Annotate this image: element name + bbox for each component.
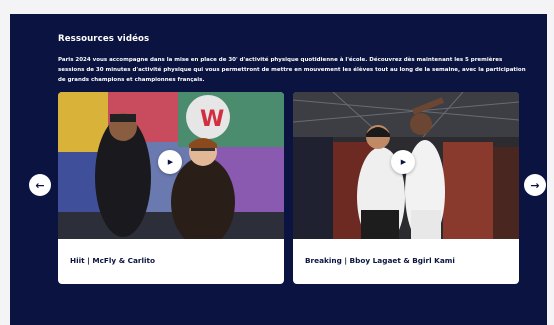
video-card[interactable]: ▶ Breaking | Bboy Lagaet & Bgirl Kami (293, 92, 519, 284)
svg-text:W: W (200, 107, 224, 132)
video-card-title[interactable]: Hiit | McFly & Carlito (70, 256, 155, 265)
video-card-title[interactable]: Breaking | Bboy Lagaet & Bgirl Kami (305, 256, 455, 265)
arrow-left-icon: ← (35, 178, 45, 192)
section-description: Paris 2024 vous accompagne dans la mise … (58, 57, 526, 83)
play-icon: ▶ (167, 158, 174, 166)
carousel-next-button[interactable]: → (524, 174, 546, 196)
play-icon: ▶ (400, 158, 407, 166)
section-title: Ressources vidéos (58, 34, 150, 44)
video-card[interactable]: W ▶ Hiit | McFly & Carlito (58, 92, 284, 284)
play-button[interactable]: ▶ (391, 150, 415, 174)
play-button[interactable]: ▶ (158, 150, 182, 174)
arrow-right-icon: → (530, 178, 540, 192)
video-resources-section: Ressources vidéos Paris 2024 vous accomp… (10, 14, 547, 325)
carousel-prev-button[interactable]: ← (29, 174, 51, 196)
